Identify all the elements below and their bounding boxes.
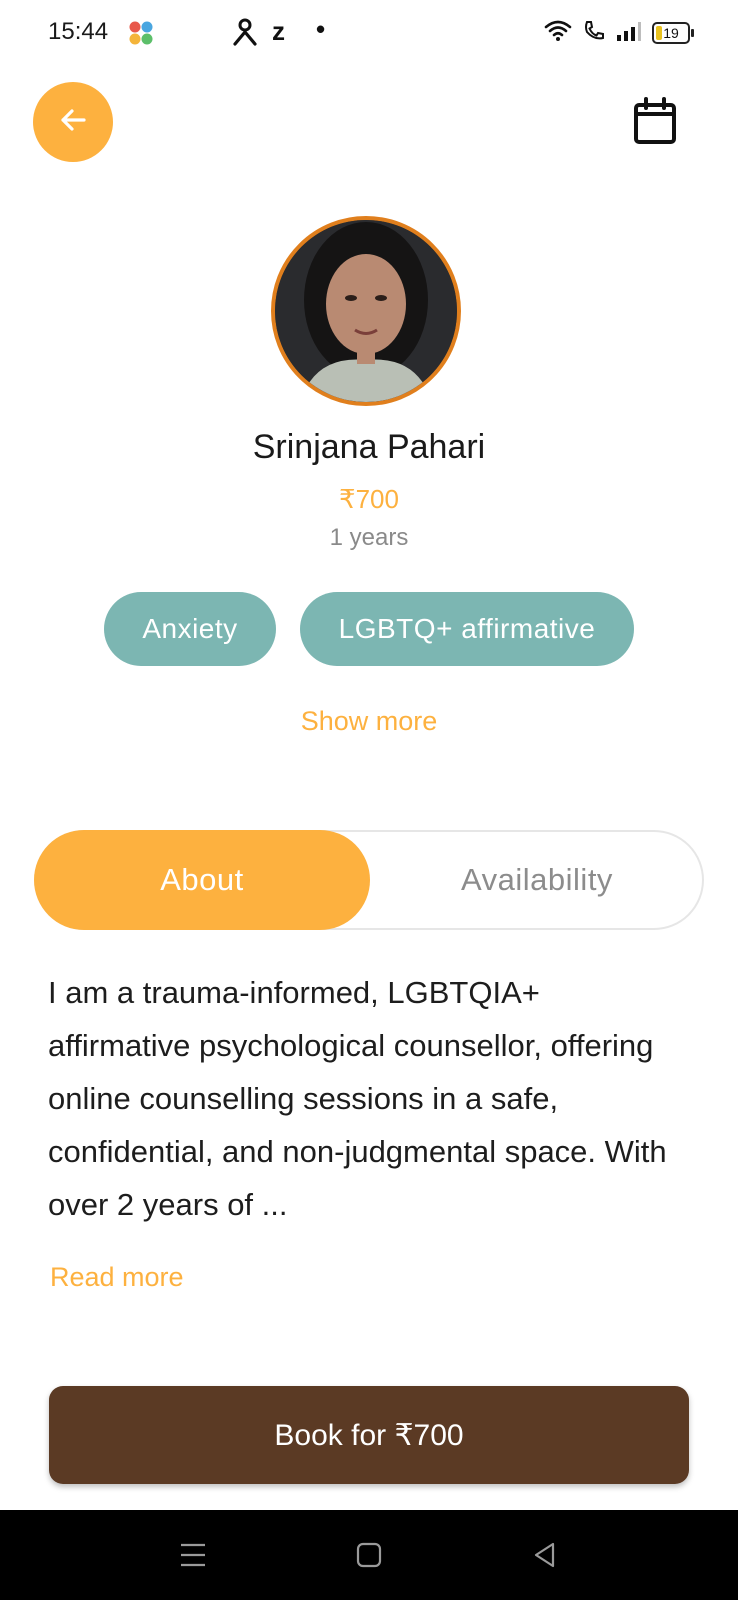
counsellor-name: Srinjana Pahari — [252, 428, 486, 466]
avatar — [271, 216, 461, 406]
status-bar: 15:44 z • 19 — [0, 0, 738, 66]
app-grid-icon — [128, 20, 154, 46]
battery-icon: 19 — [652, 22, 694, 44]
about-text: I am a trauma-informed, LGBTQIA+ affirma… — [48, 975, 667, 1222]
call-wifi-icon — [582, 19, 606, 48]
tab-about[interactable]: About — [34, 830, 370, 930]
home-icon[interactable] — [351, 1540, 387, 1570]
read-more-link[interactable]: Read more — [50, 1262, 184, 1293]
menu-icon[interactable] — [175, 1540, 211, 1570]
session-price: ₹700 — [339, 484, 399, 514]
calendar-icon — [633, 96, 677, 150]
person-icon — [232, 18, 258, 46]
wifi-icon — [544, 20, 572, 47]
tag-lgbtq-affirmative[interactable]: LGBTQ+ affirmative — [300, 592, 634, 666]
status-time: 15:44 — [48, 18, 109, 45]
notification-z: z — [272, 16, 285, 46]
signal-icon — [616, 20, 642, 47]
experience-years: 1 years — [329, 524, 409, 551]
back-nav-icon[interactable] — [527, 1540, 563, 1570]
calendar-button[interactable] — [630, 96, 680, 150]
notification-dot: • — [316, 14, 326, 44]
show-more-link[interactable]: Show more — [0, 706, 738, 737]
tag-anxiety[interactable]: Anxiety — [104, 592, 276, 666]
book-button[interactable]: Book for ₹700 — [49, 1386, 689, 1484]
status-icons: 19 — [544, 19, 694, 48]
tab-availability[interactable]: Availability — [370, 830, 704, 930]
battery-level: 19 — [663, 25, 679, 41]
back-button[interactable] — [33, 82, 113, 162]
arrow-left-icon — [56, 103, 90, 142]
